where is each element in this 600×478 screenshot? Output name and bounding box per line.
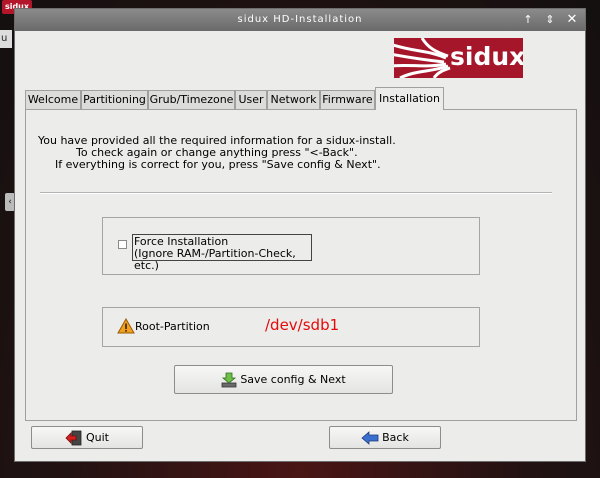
installation-panel: You have provided all the required infor… bbox=[25, 109, 577, 421]
tab-firmware[interactable]: Firmware bbox=[320, 90, 375, 109]
background-window-edge: u bbox=[0, 30, 12, 48]
tab-welcome[interactable]: Welcome bbox=[25, 90, 81, 109]
separator bbox=[40, 192, 552, 194]
sidux-logo: sidux bbox=[394, 38, 523, 78]
back-arrow-icon bbox=[361, 430, 379, 445]
tab-grub-timezone[interactable]: Grub/Timezone bbox=[148, 90, 235, 109]
root-partition-label: Root-Partition bbox=[135, 320, 210, 333]
tab-user[interactable]: User bbox=[235, 90, 267, 109]
quit-label: Quit bbox=[86, 431, 109, 444]
installer-window: sidux HD-Installation ↑ ⇕ ✕ sidux Welcom… bbox=[14, 8, 586, 462]
root-partition-group: Root-Partition /dev/sdb1 bbox=[102, 307, 480, 347]
shade-button[interactable]: ↑ bbox=[519, 12, 537, 28]
logo-text: sidux bbox=[450, 42, 523, 71]
force-install-label-line-2: (Ignore RAM-/Partition-Check, etc.) bbox=[134, 247, 296, 272]
title-bar[interactable]: sidux HD-Installation ↑ ⇕ ✕ bbox=[15, 9, 585, 31]
back-button[interactable]: Back bbox=[329, 426, 441, 449]
tab-network[interactable]: Network bbox=[267, 90, 320, 109]
tab-installation[interactable]: Installation bbox=[375, 87, 444, 110]
message-line-3: If everything is correct for you, press … bbox=[55, 158, 381, 171]
window-title: sidux HD-Installation bbox=[237, 14, 363, 25]
save-download-icon bbox=[221, 372, 237, 387]
tab-partitioning[interactable]: Partitioning bbox=[81, 90, 148, 109]
save-config-next-label: Save config & Next bbox=[240, 373, 346, 386]
quit-exit-icon bbox=[65, 430, 82, 445]
warning-icon bbox=[117, 318, 135, 334]
force-install-label[interactable]: Force Installation (Ignore RAM-/Partitio… bbox=[132, 234, 312, 272]
force-install-checkbox[interactable] bbox=[118, 240, 127, 249]
maximize-button[interactable]: ⇕ bbox=[541, 12, 559, 28]
close-button[interactable]: ✕ bbox=[563, 12, 581, 28]
back-label: Back bbox=[382, 431, 409, 444]
save-config-next-button[interactable]: Save config & Next bbox=[174, 365, 393, 394]
root-partition-value: /dev/sdb1 bbox=[265, 316, 340, 334]
quit-button[interactable]: Quit bbox=[31, 426, 143, 449]
force-install-group: Force Installation (Ignore RAM-/Partitio… bbox=[102, 217, 480, 275]
